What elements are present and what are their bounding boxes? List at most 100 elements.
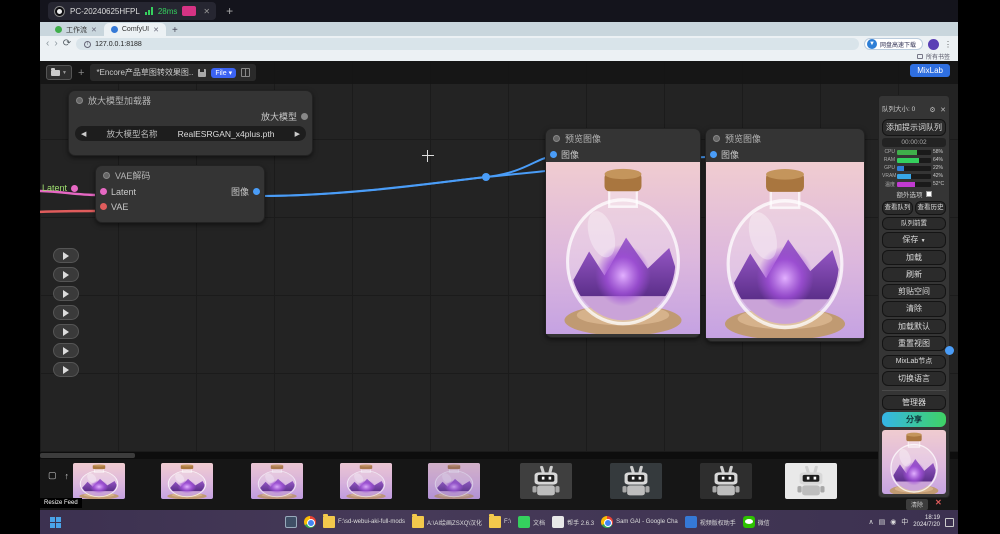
generated-image[interactable] <box>706 162 864 343</box>
collapse-dot-icon[interactable] <box>76 97 83 104</box>
back-icon[interactable]: ‹ <box>46 39 49 49</box>
collapsed-node[interactable] <box>53 362 79 377</box>
scrollbar-thumb[interactable] <box>40 453 135 458</box>
save-button[interactable]: 保存 ▼ <box>882 232 946 248</box>
view-queue-button[interactable]: 查看队列 <box>882 201 913 214</box>
browser-tab-1[interactable]: 工作流 ✕ <box>48 23 104 36</box>
clear-button[interactable]: 清除 <box>882 301 946 316</box>
feed-thumbnail-jar[interactable] <box>251 463 303 499</box>
notification-center-icon[interactable] <box>945 518 954 527</box>
vae-input-dot[interactable] <box>100 203 107 210</box>
collapsed-node[interactable] <box>53 343 79 358</box>
latest-output-thumbnail[interactable] <box>882 430 946 494</box>
clipspace-button[interactable]: 剪贴空间 <box>882 284 946 299</box>
feed-grid-icon[interactable]: ▢ <box>48 470 57 481</box>
comfyui-canvas[interactable]: ▼ + *Encore产品草图转效果图.. File ▾ MixLab Late… <box>40 61 958 510</box>
collapsed-node[interactable] <box>53 305 79 320</box>
collapsed-node[interactable] <box>53 267 79 282</box>
taskbar-folder-3[interactable]: F:\ <box>489 516 511 528</box>
taskbar-app-wechat[interactable]: 微信 <box>743 516 770 528</box>
node-header[interactable]: VAE解码 <box>96 166 264 184</box>
new-session-button[interactable]: + <box>226 4 233 18</box>
tray-expand-icon[interactable]: ∧ <box>868 518 873 526</box>
node-preview-image-2[interactable]: 预览图像 图像 <box>705 128 865 342</box>
forward-icon[interactable]: › <box>54 39 57 49</box>
ime-indicator[interactable]: 中 <box>901 517 908 527</box>
feed-thumbnail-robot[interactable] <box>785 463 837 499</box>
extra-options-checkbox[interactable] <box>926 191 932 197</box>
chrome-icon[interactable] <box>304 516 316 528</box>
latent-port-dot[interactable] <box>71 185 78 192</box>
node-header[interactable]: 放大模型加载器 <box>69 91 312 109</box>
generated-image[interactable] <box>546 162 700 339</box>
reset-view-button[interactable]: 重置视图 <box>882 336 946 351</box>
save-workflow-icon[interactable] <box>198 69 206 77</box>
taskbar-clock[interactable]: 18:19 2024/7/20 <box>913 515 940 529</box>
workflow-tab[interactable]: *Encore产品草图转效果图.. File ▾ <box>90 64 256 81</box>
gear-icon[interactable]: ⚙ <box>929 107 935 114</box>
close-icon[interactable]: ✕ <box>940 107 946 114</box>
tab1-close-icon[interactable]: ✕ <box>91 26 97 34</box>
load-default-button[interactable]: 加载默认 <box>882 319 946 334</box>
queue-prompt-button[interactable]: 添加提示词队列 <box>882 119 946 136</box>
address-bar[interactable]: i 127.0.0.1:8188 <box>76 38 859 50</box>
new-tab-button[interactable]: + <box>172 25 178 36</box>
start-button[interactable] <box>50 517 61 528</box>
feed-thumbnail-jar[interactable] <box>428 463 480 499</box>
site-info-icon[interactable]: i <box>84 41 91 48</box>
resize-feed-tooltip[interactable]: Resize Feed <box>40 498 82 508</box>
switch-language-button[interactable]: 切换语言 <box>882 371 946 386</box>
tray-status-icon[interactable]: ◉ <box>890 518 896 526</box>
node-header[interactable]: 预览图像 <box>706 129 864 147</box>
image-output-dot[interactable] <box>253 188 260 195</box>
layout-icon[interactable] <box>241 68 250 77</box>
feed-clear-button[interactable]: 清除 <box>906 499 928 510</box>
feed-scrollbar[interactable] <box>40 452 958 459</box>
mixlab-nodes-button[interactable]: MixLab节点 <box>882 355 946 369</box>
feed-thumbnail-robot[interactable] <box>700 463 752 499</box>
feed-thumbnail-jar[interactable] <box>340 463 392 499</box>
prev-icon[interactable]: ◀ <box>81 130 86 138</box>
feed-close-icon[interactable]: ✕ <box>935 498 942 507</box>
taskbar-app-helper[interactable]: 帮手 2.6.3 <box>552 516 594 528</box>
tab2-close-icon[interactable]: ✕ <box>153 26 159 34</box>
all-bookmarks-label[interactable]: 所有书签 <box>926 52 950 61</box>
collapsed-node[interactable] <box>53 324 79 339</box>
latent-input-dot[interactable] <box>100 188 107 195</box>
remote-session-tab[interactable]: PC-20240625HFPL 28ms ✕ <box>48 2 216 20</box>
menu-header[interactable]: 队列大小: 0 ⚙ ✕ <box>882 99 946 117</box>
share-button[interactable]: 分享 <box>882 412 946 427</box>
tray-panel-icon[interactable]: ▤ <box>879 518 886 526</box>
node-upscale-model-loader[interactable]: 放大模型加载器 放大模型 ◀ 放大模型名称 RealESRGAN_x4plus.… <box>68 90 313 156</box>
task-view-icon[interactable] <box>285 516 297 528</box>
collapsed-node[interactable] <box>53 248 79 263</box>
refresh-button[interactable]: 刷新 <box>882 267 946 282</box>
browser-menu-icon[interactable]: ⋮ <box>944 40 952 49</box>
node-vae-decode[interactable]: VAE解码 Latent 图像 VAE <box>95 165 265 223</box>
taskbar-app-chrome-window[interactable]: Sam GAI - Google Cha <box>601 516 678 528</box>
queue-front-button[interactable]: 队列前置 <box>882 217 946 230</box>
extension-button[interactable]: ▼ 网盘高速下载 <box>864 38 923 50</box>
taskbar-folder-2[interactable]: A:\AI绘画ZSXQ\汉化 <box>412 516 482 528</box>
image-input-dot[interactable] <box>550 151 557 158</box>
collapse-dot-icon[interactable] <box>103 172 110 179</box>
file-menu-button[interactable]: File ▾ <box>211 68 236 78</box>
feed-thumbnail-jar[interactable] <box>73 463 125 499</box>
profile-avatar[interactable] <box>928 39 939 50</box>
taskbar-app-docs[interactable]: 文档 <box>518 516 545 528</box>
view-history-button[interactable]: 查看历史 <box>915 201 946 214</box>
model-name-widget[interactable]: ◀ 放大模型名称 RealESRGAN_x4plus.pth ▶ <box>75 126 306 141</box>
next-icon[interactable]: ▶ <box>295 130 300 138</box>
upscale-model-output-dot[interactable] <box>301 113 308 120</box>
workflow-folder-button[interactable]: ▼ <box>46 65 72 80</box>
feed-thumbnail-robot[interactable] <box>610 463 662 499</box>
collapsed-node[interactable] <box>53 286 79 301</box>
feed-thumbnail-jar[interactable] <box>161 463 213 499</box>
extra-options-row[interactable]: 额外选项 <box>882 189 946 199</box>
image-input-dot[interactable] <box>710 151 717 158</box>
browser-tab-2[interactable]: ComfyUI ✕ <box>104 23 166 36</box>
manager-button[interactable]: 管理器 <box>882 395 946 410</box>
load-button[interactable]: 加载 <box>882 250 946 265</box>
close-session-icon[interactable]: ✕ <box>203 7 210 16</box>
collapse-dot-icon[interactable] <box>713 135 720 142</box>
